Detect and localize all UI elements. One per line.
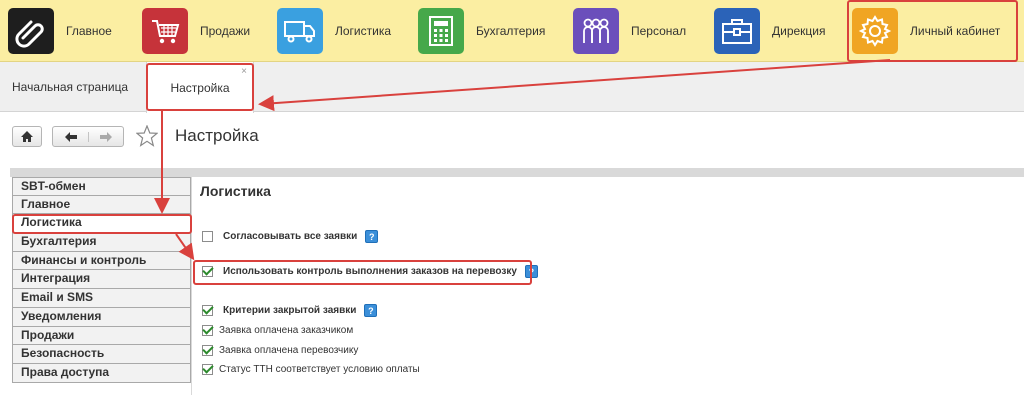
tab-label: Начальная страница — [12, 80, 129, 94]
calculator-icon — [418, 8, 464, 54]
nav-item-staff[interactable]: Персонал — [573, 0, 686, 62]
panel-header-strip — [10, 168, 1024, 177]
briefcase-icon — [714, 8, 760, 54]
history-navigation — [52, 126, 124, 147]
paperclip-icon — [8, 8, 54, 54]
highlight-account — [847, 0, 1018, 62]
people-icon — [573, 8, 619, 54]
home-icon — [21, 131, 33, 142]
home-button[interactable] — [12, 126, 42, 147]
help-icon[interactable]: ? — [364, 304, 378, 317]
paid-carrier-checkbox[interactable] — [202, 345, 213, 356]
paid-customer-checkbox[interactable] — [202, 325, 213, 336]
page-title: Настройка — [175, 126, 259, 145]
sidebar-item-sales[interactable]: Продажи — [12, 326, 191, 346]
sidebar-divider — [191, 177, 192, 395]
option-ttn-status: Статус ТТН соответствует условию оплаты — [202, 364, 420, 375]
option-paid-customer: Заявка оплачена заказчиком — [202, 325, 353, 336]
highlight-order-control — [193, 260, 532, 285]
sidebar-item-finance[interactable]: Финансы и контроль — [12, 251, 191, 271]
nav-label: Продажи — [200, 24, 251, 38]
closed-criteria-checkbox[interactable] — [202, 305, 213, 316]
option-label: Статус ТТН соответствует условию оплаты — [219, 364, 420, 375]
nav-label: Бухгалтерия — [476, 24, 546, 38]
sidebar-item-notifications[interactable]: Уведомления — [12, 307, 191, 327]
favorite-star-icon[interactable] — [135, 124, 159, 152]
approve-all-checkbox[interactable] — [202, 231, 213, 242]
option-label: Согласовывать все заявки — [223, 231, 358, 242]
option-label: Заявка оплачена перевозчику — [219, 345, 359, 356]
highlight-logistics-item — [12, 214, 192, 234]
sidebar-item-email-sms[interactable]: Email и SMS — [12, 289, 191, 308]
arrow-left-icon — [64, 131, 77, 142]
nav-label: Главное — [66, 24, 112, 38]
truck-icon — [277, 8, 323, 54]
settings-sidebar: SBT-обмен Главное Логистика Бухгалтерия … — [12, 177, 191, 383]
ttn-status-checkbox[interactable] — [202, 364, 213, 375]
nav-item-management[interactable]: Дирекция — [714, 0, 826, 62]
sidebar-item-accounting[interactable]: Бухгалтерия — [12, 233, 191, 252]
forward-button[interactable] — [89, 131, 123, 142]
nav-label: Персонал — [631, 24, 687, 38]
option-approve-all: Согласовывать все заявки ? — [202, 230, 379, 243]
nav-item-accounting[interactable]: Бухгалтерия — [418, 0, 545, 62]
option-paid-carrier: Заявка оплачена перевозчику — [202, 345, 358, 356]
option-label: Заявка оплачена заказчиком — [219, 325, 354, 336]
sidebar-item-sbt-exchange[interactable]: SBT-обмен — [12, 177, 191, 196]
nav-label: Дирекция — [772, 24, 826, 38]
sidebar-item-main[interactable]: Главное — [12, 195, 191, 215]
back-button[interactable] — [53, 131, 89, 142]
arrow-right-icon — [100, 131, 112, 142]
nav-item-sales[interactable]: Продажи — [142, 0, 250, 62]
sidebar-item-security[interactable]: Безопасность — [12, 345, 191, 364]
help-icon[interactable]: ? — [365, 230, 379, 243]
option-label: Критерии закрытой заявки — [223, 305, 357, 316]
nav-label: Логистика — [335, 24, 392, 38]
nav-item-main[interactable]: Главное — [8, 0, 112, 62]
sidebar-item-access-rights[interactable]: Права доступа — [12, 363, 191, 383]
nav-item-logistics[interactable]: Логистика — [277, 0, 391, 62]
sidebar-item-integration[interactable]: Интеграция — [12, 270, 191, 290]
tab-home[interactable]: Начальная страница — [12, 62, 128, 112]
option-closed-criteria: Критерии закрытой заявки ? — [202, 304, 378, 317]
section-title: Логистика — [200, 183, 271, 199]
highlight-settings-tab — [146, 63, 254, 111]
cart-icon — [142, 8, 188, 54]
